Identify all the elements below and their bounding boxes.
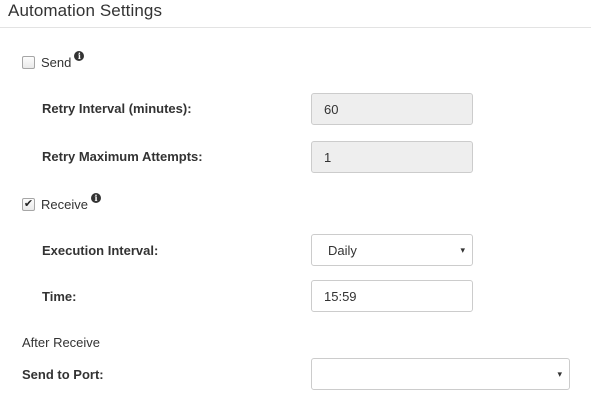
retry-interval-label: Retry Interval (minutes): bbox=[42, 101, 192, 116]
time-input[interactable]: 15:59 bbox=[311, 280, 473, 312]
section-title: Automation Settings bbox=[8, 1, 163, 20]
info-circle-icon[interactable]: i bbox=[90, 193, 101, 203]
chevron-down-icon: ▾ bbox=[557, 368, 562, 379]
retry-max-attempts-label: Retry Maximum Attempts: bbox=[42, 149, 203, 164]
send-checkbox[interactable] bbox=[22, 55, 35, 69]
after-receive-heading: After Receive bbox=[22, 335, 101, 350]
execution-interval-label: Execution Interval: bbox=[42, 243, 159, 258]
receive-checkbox[interactable]: ✔ bbox=[22, 197, 35, 211]
send-option: Send i bbox=[22, 51, 85, 71]
send-to-port-label: Send to Port: bbox=[22, 367, 104, 382]
execution-interval-value: Daily bbox=[328, 242, 357, 258]
retry-interval-input[interactable]: 60 bbox=[311, 93, 473, 125]
send-label: Send bbox=[41, 54, 72, 70]
execution-interval-select[interactable]: Daily ▾ bbox=[311, 234, 473, 266]
receive-label: Receive bbox=[41, 196, 88, 212]
info-circle-icon[interactable]: i bbox=[74, 51, 85, 61]
receive-option: ✔ Receive i bbox=[22, 193, 101, 213]
send-to-port-select[interactable]: ▾ bbox=[311, 358, 570, 390]
checkmark-icon: ✔ bbox=[23, 197, 34, 210]
chevron-down-icon: ▾ bbox=[460, 244, 465, 255]
time-label: Time: bbox=[42, 289, 77, 304]
automation-settings-panel: Automation Settings Send i Retry Interva… bbox=[0, 0, 591, 396]
retry-max-attempts-input[interactable]: 1 bbox=[311, 141, 473, 173]
section-divider bbox=[0, 27, 591, 28]
